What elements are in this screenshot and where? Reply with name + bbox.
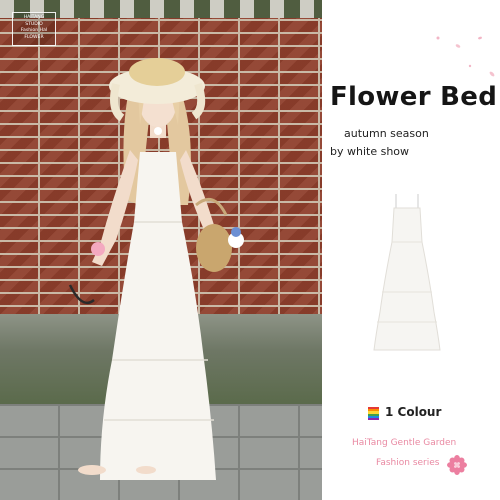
series-line-1: HaiTang Gentle Garden	[352, 438, 457, 448]
product-photo: HAITANG STUDIO Fashion Hal FLOWER	[0, 0, 322, 500]
product-title: Flower Bed	[330, 82, 498, 112]
dress-thumbnail	[373, 194, 441, 351]
studio-logo: HAITANG STUDIO Fashion Hal FLOWER	[12, 12, 56, 46]
colour-count: 1 Colour	[385, 405, 442, 419]
pink-flower-icon	[447, 455, 467, 475]
series-line-2: Fashion series	[376, 458, 440, 468]
subtitle-season: autumn season	[344, 127, 429, 140]
rainbow-swatch-icon	[368, 407, 379, 421]
logo-line-4: FLOWER	[24, 34, 44, 40]
subtitle-show: by white show	[330, 145, 410, 158]
model-figure	[68, 58, 244, 480]
